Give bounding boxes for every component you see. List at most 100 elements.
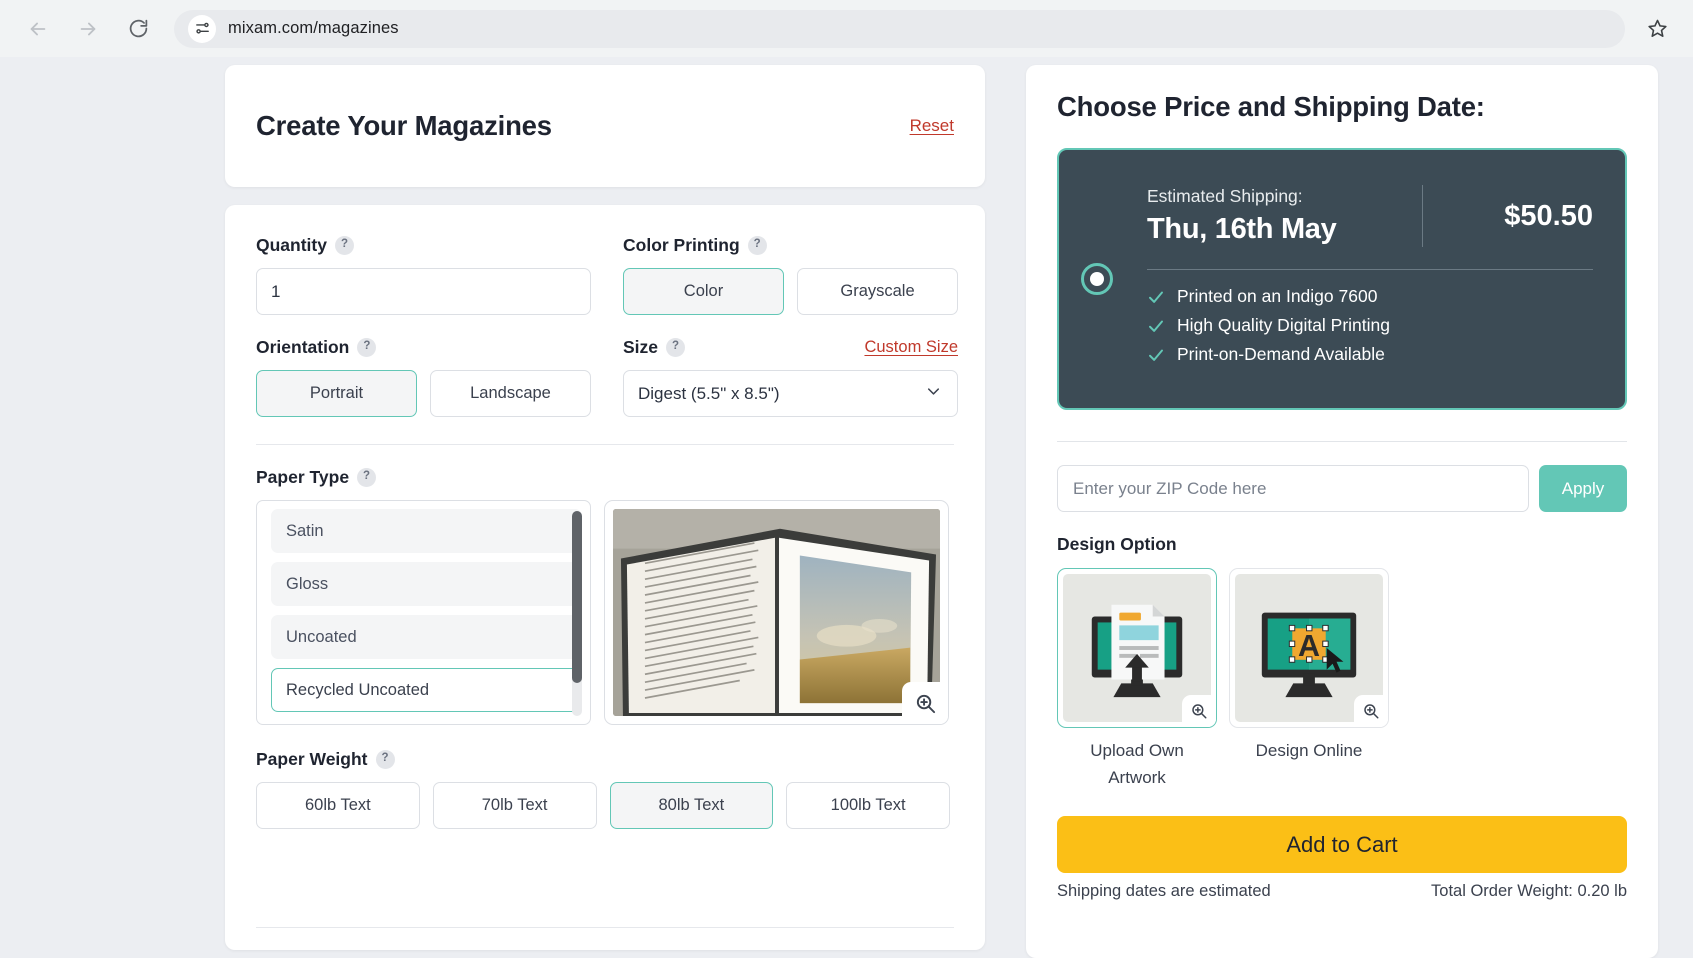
preview-zoom-button[interactable] [902,682,948,724]
page-content: Create Your Magazines Reset Quantity ? C… [0,57,1693,958]
color-printing-field: Color Printing ? Color Grayscale [623,233,958,315]
back-button[interactable] [16,7,60,51]
paper-weight-label-row: Paper Weight ? [256,747,954,771]
divider-above-paper-type [256,444,954,445]
design-option-online-zoom[interactable] [1354,695,1388,727]
paper-weight-options: 60lb Text 70lb Text 80lb Text 100lb Text [256,782,950,829]
arrow-right-icon [80,22,96,35]
design-option-label: Design Option [1057,534,1177,554]
divider-bottom [256,927,954,928]
paper-type-option-gloss[interactable]: Gloss [271,562,582,606]
paper-type-option-satin[interactable]: Satin [271,509,582,553]
reload-button[interactable] [116,7,160,51]
total-order-weight: Total Order Weight: 0.20 lb [1431,882,1627,901]
size-label-row: Size ? Custom Size [623,335,958,359]
quantity-field: Quantity ? [256,233,591,315]
paper-type-list: Satin Gloss Uncoated Recycled Uncoated [271,509,582,712]
upload-artwork-icon [1091,604,1183,698]
price-feature-3: Print-on-Demand Available [1147,344,1593,365]
shipping-estimate-note: Shipping dates are estimated [1057,882,1271,901]
arrow-left-icon [30,22,46,35]
price-card-container: Choose Price and Shipping Date: Estimate… [1026,65,1658,958]
design-option-upload[interactable]: Upload Own Artwork [1057,568,1217,791]
paper-weight-option-80lb[interactable]: 80lb Text [609,782,774,829]
custom-size-link[interactable]: Custom Size [864,338,958,357]
paper-weight-option-100lb[interactable]: 100lb Text [786,782,950,829]
configurator-column: Create Your Magazines Reset Quantity ? C… [225,65,985,950]
orientation-field: Orientation ? Portrait Landscape [256,335,591,417]
color-printing-option-grayscale[interactable]: Grayscale [797,268,958,315]
design-online-icon: A [1261,612,1357,698]
paper-type-option-uncoated[interactable]: Uncoated [271,615,582,659]
paper-type-field: Paper Type ? Satin Gloss Uncoated Recycl… [256,465,954,725]
paper-type-label-row: Paper Type ? [256,465,954,489]
browser-toolbar: mixam.com/magazines [0,0,1693,57]
color-printing-help-icon[interactable]: ? [747,235,767,255]
apply-zip-button[interactable]: Apply [1539,465,1627,512]
design-option-online-thumb[interactable]: A [1229,568,1389,728]
shipping-info: Estimated Shipping: Thu, 16th May [1147,186,1400,246]
price-divider-horizontal [1147,269,1593,270]
design-option-upload-thumb[interactable] [1057,568,1217,728]
price-option[interactable]: Estimated Shipping: Thu, 16th May $50.50… [1057,148,1627,410]
zoom-in-icon [916,694,935,713]
open-magazine-illustration [613,509,940,716]
size-select-wrap: Digest (5.5" x 8.5") [623,370,958,417]
price-panel-title: Choose Price and Shipping Date: [1057,91,1485,122]
price-option-top: Estimated Shipping: Thu, 16th May $50.50 [1147,185,1593,247]
design-option-upload-zoom[interactable] [1182,695,1216,727]
quantity-label-row: Quantity ? [256,233,591,257]
check-icon [1147,317,1165,335]
paper-type-scrollbar[interactable] [572,511,582,716]
zoom-in-icon [1364,704,1379,719]
paper-type-label: Paper Type [256,466,350,487]
design-option-row: Upload Own Artwork A Design Online [1057,568,1627,791]
price-feature-3-text: Print-on-Demand Available [1177,344,1385,364]
paper-type-help-icon[interactable]: ? [357,467,377,487]
check-icon [1147,288,1165,306]
orientation-help-icon[interactable]: ? [357,337,377,357]
paper-preview[interactable] [604,500,949,725]
color-printing-option-color[interactable]: Color [623,268,784,315]
site-settings-icon [195,22,209,34]
site-settings-button[interactable] [188,14,216,43]
paper-weight-option-60lb[interactable]: 60lb Text [256,782,420,829]
orientation-label-row: Orientation ? [256,335,591,359]
quantity-label: Quantity [256,234,327,255]
orientation-label: Orientation [256,336,350,357]
address-bar[interactable]: mixam.com/magazines [174,9,1625,48]
paper-type-scrollbar-thumb[interactable] [572,511,582,683]
divider-above-zip [1057,441,1627,442]
bookmark-button[interactable] [1637,9,1677,49]
color-printing-label: Color Printing [623,234,740,255]
price-feature-1-text: Printed on an Indigo 7600 [1177,286,1378,306]
add-to-cart-button[interactable]: Add to Cart [1057,816,1627,874]
paper-weight-option-70lb[interactable]: 70lb Text [432,782,597,829]
shipping-date: Thu, 16th May [1147,213,1337,245]
paper-type-listbox: Satin Gloss Uncoated Recycled Uncoated [256,500,591,725]
paper-type-option-recycled-uncoated[interactable]: Recycled Uncoated [271,668,582,712]
zoom-in-icon [1192,704,1207,719]
orientation-option-portrait[interactable]: Portrait [256,370,417,417]
zip-input[interactable] [1057,465,1529,512]
size-label-group: Size ? [623,335,686,359]
quantity-help-icon[interactable]: ? [334,235,354,255]
paper-weight-field: Paper Weight ? 60lb Text 70lb Text 80lb … [256,747,954,829]
paper-type-row: Satin Gloss Uncoated Recycled Uncoated [256,500,954,725]
paper-weight-help-icon[interactable]: ? [375,749,395,769]
price-divider-vertical [1422,185,1423,247]
price-option-body: Estimated Shipping: Thu, 16th May $50.50… [1113,185,1625,373]
quantity-input[interactable] [256,268,591,315]
color-printing-label-row: Color Printing ? [623,233,958,257]
zip-row: Apply [1057,465,1627,512]
price-option-radio[interactable] [1081,263,1113,295]
reset-link[interactable]: Reset [910,116,954,136]
orientation-option-landscape[interactable]: Landscape [430,370,591,417]
price-feature-1: Printed on an Indigo 7600 [1147,286,1593,307]
row-quantity-color: Quantity ? Color Printing ? Color Graysc… [256,233,958,315]
forward-button[interactable] [66,7,110,51]
size-help-icon[interactable]: ? [666,337,686,357]
size-select[interactable]: Digest (5.5" x 8.5") [623,370,958,417]
price-option-radio-dot [1090,272,1104,286]
design-option-online[interactable]: A Design Online [1229,568,1389,791]
